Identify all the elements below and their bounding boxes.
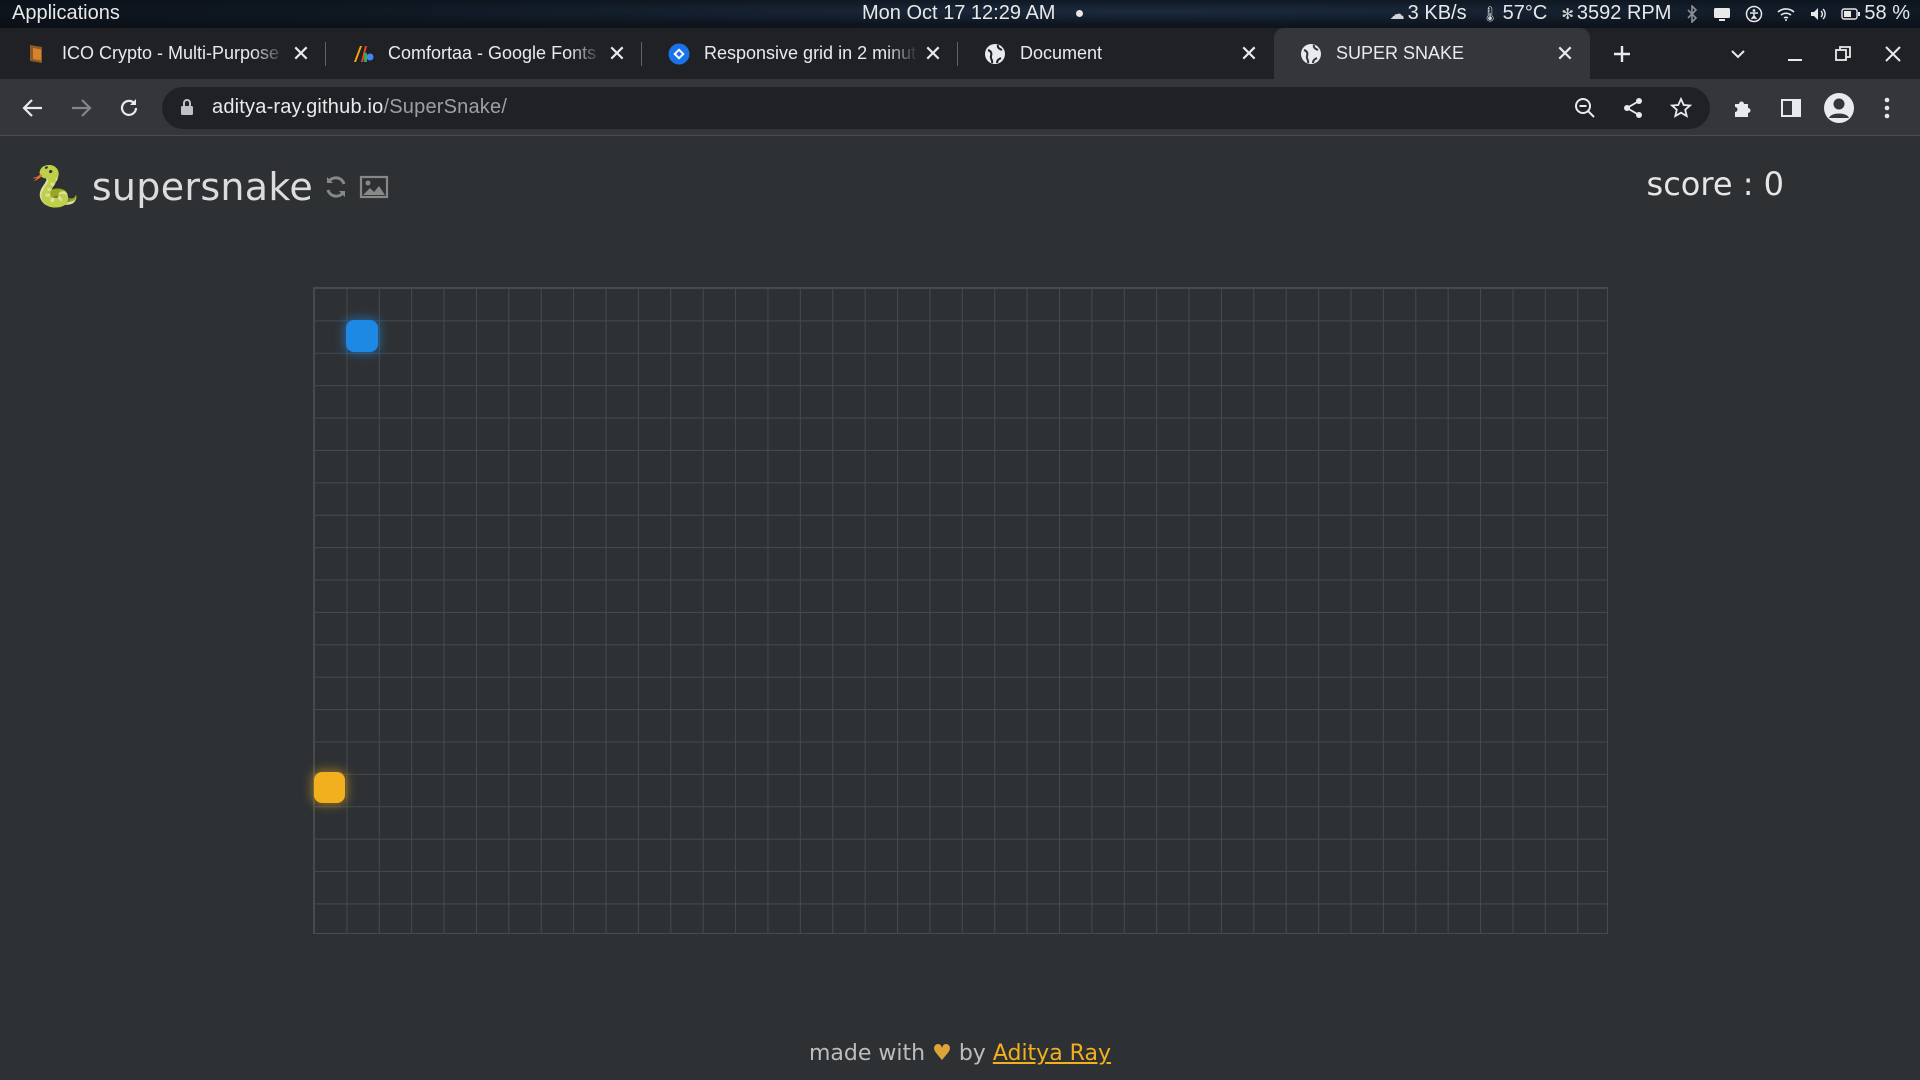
google-fonts-favicon [352,43,374,65]
share-icon[interactable] [1620,95,1646,121]
ico-crypto-favicon [26,43,48,65]
arrow-left-icon [22,99,42,117]
close-tab-icon[interactable]: ✕ [286,41,316,67]
back-button[interactable] [16,91,50,125]
bluetooth-icon[interactable] [1685,4,1699,23]
url-path: /SuperSnake/ [383,96,508,118]
volume-icon[interactable] [1809,6,1827,22]
tab-responsive-grid[interactable]: Responsive grid in 2 minutes ✕ [642,28,958,79]
snake-logo-icon: 🐍 [30,164,80,210]
fan-speed: ✻ 3592 RPM [1561,2,1672,24]
restore-button[interactable] [1823,28,1863,79]
avatar-icon [1824,93,1854,123]
heart-icon: ♥ [932,1041,952,1066]
new-tab-button[interactable] [1602,28,1642,79]
footer-by: by [958,1041,986,1066]
profile-button[interactable] [1822,91,1856,125]
tab-title: Responsive grid in 2 minutes [704,43,918,63]
page-title: supersnake [91,165,314,209]
os-top-bar: Applications Mon Oct 17 12:29 AM ☁ 3 KB/s… [0,0,1920,28]
bookmark-star-icon[interactable] [1668,95,1694,121]
system-clock[interactable]: Mon Oct 17 12:29 AM [862,2,1055,25]
tab-comfortaa-google-fonts[interactable]: Comfortaa - Google Fonts ✕ [326,28,642,79]
system-tray: ☁ 3 KB/s 🌡 57°C ✻ 3592 RPM 58 % [1390,2,1910,25]
lock-icon[interactable] [180,98,194,120]
image-icon [359,175,389,199]
network-speed: ☁ 3 KB/s [1389,2,1467,24]
thermometer-icon: 🌡 [1480,5,1500,23]
game-board[interactable] [313,287,1608,934]
cpu-temperature: 🌡 57°C [1480,2,1548,24]
theme-image-button[interactable] [359,174,389,200]
restore-icon [1835,45,1851,61]
tab-search-button[interactable] [1718,28,1758,79]
zoom-icon[interactable] [1572,95,1598,121]
restart-button[interactable] [323,174,349,200]
tab-super-snake[interactable]: SUPER SNAKE ✕ [1274,28,1590,79]
web-page: 🐍 supersnake score : 0 made with ♥ by Ad… [0,137,1920,1080]
notification-dot [1076,10,1083,17]
cloud-upload-icon: ☁ [1389,5,1405,23]
battery-indicator[interactable]: 58 % [1841,2,1910,25]
tab-title: Document [1020,43,1103,63]
blue-diamond-favicon [668,43,690,65]
battery-icon [1841,7,1861,20]
more-vert-icon [1884,97,1890,119]
accessibility-icon[interactable] [1745,5,1763,23]
extensions-button[interactable] [1726,91,1760,125]
tab-title: ICO Crypto - Multi-Purpose [62,43,280,63]
reload-button[interactable] [112,91,146,125]
url-text: aditya-ray.github.io/SuperSnake/ [212,96,507,119]
minimize-button[interactable] [1775,28,1815,79]
close-tab-icon[interactable]: ✕ [602,41,632,67]
tab-title: SUPER SNAKE [1336,43,1465,63]
forward-button[interactable] [64,91,98,125]
browser-tab-strip: ICO Crypto - Multi-Purpose ✕ Comfortaa -… [0,28,1920,79]
globe-icon [984,43,1006,65]
close-window-button[interactable] [1873,28,1913,79]
url-host: aditya-ray.github.io [212,96,384,118]
minimize-icon [1788,58,1802,61]
plus-icon [1614,45,1630,62]
tab-document[interactable]: Document ✕ [958,28,1274,79]
fan-icon: ✻ [1561,5,1574,23]
close-icon [1885,45,1901,62]
globe-icon [1300,43,1322,65]
browser-toolbar: aditya-ray.github.io/SuperSnake/ [0,79,1920,136]
side-panel-button[interactable] [1774,91,1808,125]
close-tab-icon[interactable]: ✕ [1550,41,1580,67]
screen-share-icon[interactable] [1713,6,1731,22]
tab-ico-crypto[interactable]: ICO Crypto - Multi-Purpose ✕ [0,28,326,79]
footer-made-with: made with [809,1041,926,1066]
arrow-right-icon [72,99,92,117]
wifi-icon[interactable] [1777,7,1795,21]
refresh-icon [326,176,346,198]
food-item [314,771,346,803]
address-bar[interactable]: aditya-ray.github.io/SuperSnake/ [162,87,1710,129]
author-link[interactable]: Aditya Ray [993,1041,1111,1066]
close-tab-icon[interactable]: ✕ [1234,41,1264,67]
score-display: score : 0 [1646,165,1784,203]
side-panel-icon [1781,99,1801,117]
chevron-down-icon [1731,49,1745,58]
puzzle-icon [1735,101,1751,117]
footer: made with ♥ by Aditya Ray [0,1041,1920,1066]
applications-menu[interactable]: Applications [12,2,120,25]
site-header: 🐍 supersnake [30,165,389,209]
tab-title: Comfortaa - Google Fonts [388,43,597,63]
reload-icon [120,99,138,116]
snake-head [346,320,378,352]
menu-button[interactable] [1870,91,1904,125]
close-tab-icon[interactable]: ✕ [918,41,948,67]
